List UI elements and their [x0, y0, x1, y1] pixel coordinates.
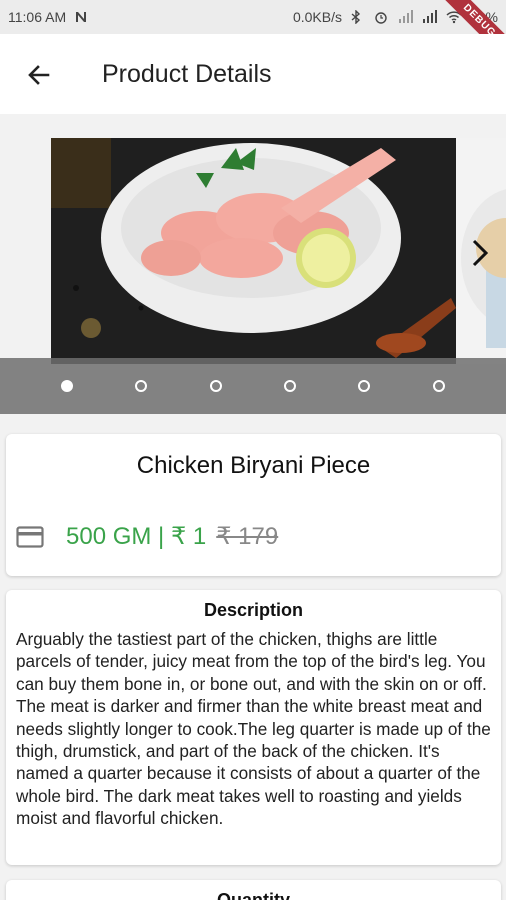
product-image-carousel[interactable] — [0, 114, 506, 414]
carousel-indicator — [0, 358, 506, 414]
quantity-heading: Quantity — [216, 890, 290, 900]
carousel-dot-3[interactable] — [209, 380, 222, 392]
network-speed: 0.0KB/s — [292, 9, 342, 25]
description-heading: Description — [203, 600, 304, 620]
description-text: Arguably the tastiest part of the chicke… — [16, 629, 491, 829]
carousel-dot-6[interactable] — [432, 380, 445, 392]
signal-icon — [398, 10, 414, 24]
n-notification-icon — [74, 10, 90, 24]
price-row: 500 GM | ₹ 1 ₹ 179 — [16, 522, 278, 551]
arrow-back-icon — [28, 65, 50, 85]
bluetooth-icon — [350, 9, 366, 25]
product-info-card: Chicken Biryani Piece 500 GM | ₹ 1 ₹ 179 — [6, 434, 501, 576]
back-button[interactable] — [22, 58, 56, 92]
carousel-dot-2[interactable] — [135, 380, 148, 392]
page-title: Product Details — [102, 60, 272, 88]
carousel-dot-4[interactable] — [284, 380, 297, 392]
carousel-dot-1[interactable] — [61, 380, 74, 392]
signal-4g-icon — [422, 10, 438, 24]
product-name: Chicken Biryani Piece — [136, 452, 371, 479]
old-price: ₹ 179 — [216, 523, 279, 550]
carousel-dot-5[interactable] — [358, 380, 371, 392]
status-bar: 11:06 AM 0.0KB/s 49% DEBUG — [0, 0, 506, 67]
product-image — [51, 138, 456, 364]
quantity-card: Quantity — [6, 880, 501, 900]
price-text: 500 GM | ₹ 1 — [66, 523, 207, 550]
app-bar: Product Details — [0, 34, 506, 114]
alarm-icon — [374, 10, 390, 24]
credit-card-icon — [16, 525, 44, 548]
description-card: Description Arguably the tastiest part o… — [6, 590, 501, 865]
chevron-right-icon[interactable] — [466, 236, 492, 270]
status-time: 11:06 AM — [8, 9, 67, 25]
